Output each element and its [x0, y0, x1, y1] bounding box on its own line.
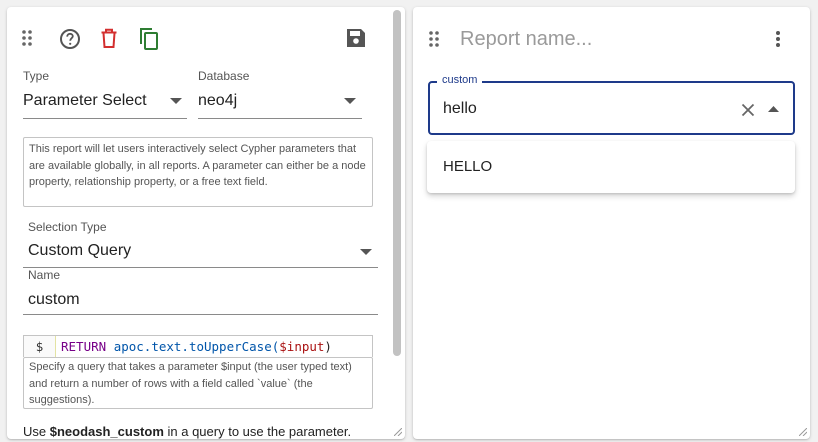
copy-icon[interactable] — [138, 27, 160, 51]
chevron-down-icon[interactable] — [344, 98, 356, 104]
query-code[interactable]: RETURN apoc.text.toUpperCase($input) — [61, 336, 332, 357]
chevron-down-icon[interactable] — [360, 249, 372, 255]
trash-icon[interactable] — [100, 28, 118, 49]
code-keyword: RETURN — [61, 339, 107, 354]
close-icon[interactable] — [741, 103, 755, 117]
usage-suffix: in a query to use the parameter. — [163, 424, 352, 439]
selection-type-label: Selection Type — [28, 220, 107, 234]
report-settings-card: Type Parameter Select Database neo4j Thi… — [7, 7, 405, 439]
code-function: apoc.text.toUpperCase( — [113, 339, 280, 354]
chevron-down-icon[interactable] — [170, 98, 182, 104]
arrow-up-icon[interactable] — [768, 106, 779, 112]
autocomplete-options: HELLO — [427, 141, 795, 193]
more-vertical-icon[interactable] — [775, 30, 781, 48]
drag-handle-icon[interactable] — [428, 30, 440, 48]
database-select[interactable]: neo4j — [198, 92, 237, 110]
type-underline — [23, 118, 187, 119]
type-select[interactable]: Parameter Select — [23, 92, 147, 110]
floppy-disk-icon[interactable] — [346, 28, 366, 48]
code-close-paren: ) — [324, 339, 332, 354]
query-help-text: Specify a query that takes a parameter $… — [23, 357, 373, 409]
query-editor[interactable]: $ RETURN apoc.text.toUpperCase($input) — [23, 335, 373, 357]
type-label: Type — [23, 69, 50, 83]
autocomplete-label: custom — [437, 74, 483, 86]
selection-type-select[interactable]: Custom Query — [28, 242, 131, 260]
resize-handle-icon[interactable] — [799, 428, 807, 436]
editor-gutter: $ — [24, 336, 56, 357]
name-label: Name — [28, 268, 61, 282]
name-input[interactable]: custom — [28, 291, 80, 309]
report-card: Report name... custom hello HELLO — [413, 7, 810, 439]
scrollbar-thumb[interactable] — [393, 10, 401, 356]
database-label: Database — [198, 69, 250, 83]
parameter-autocomplete[interactable] — [428, 81, 795, 135]
selection-type-underline — [23, 267, 378, 268]
parameter-usage-text: Use $neodash_custom in a query to use th… — [23, 424, 351, 439]
usage-prefix: Use — [23, 424, 50, 439]
help-circle-icon[interactable] — [59, 28, 81, 50]
autocomplete-option[interactable]: HELLO — [443, 158, 492, 175]
report-title-input[interactable]: Report name... — [460, 28, 592, 51]
resize-handle-icon[interactable] — [394, 428, 402, 436]
code-variable: $input — [279, 339, 325, 354]
usage-param: $neodash_custom — [49, 424, 164, 439]
database-underline — [198, 118, 362, 119]
report-description: This report will let users interactively… — [23, 137, 373, 207]
autocomplete-input[interactable]: hello — [443, 100, 477, 118]
drag-handle-icon[interactable] — [21, 29, 33, 47]
name-underline — [23, 314, 378, 315]
